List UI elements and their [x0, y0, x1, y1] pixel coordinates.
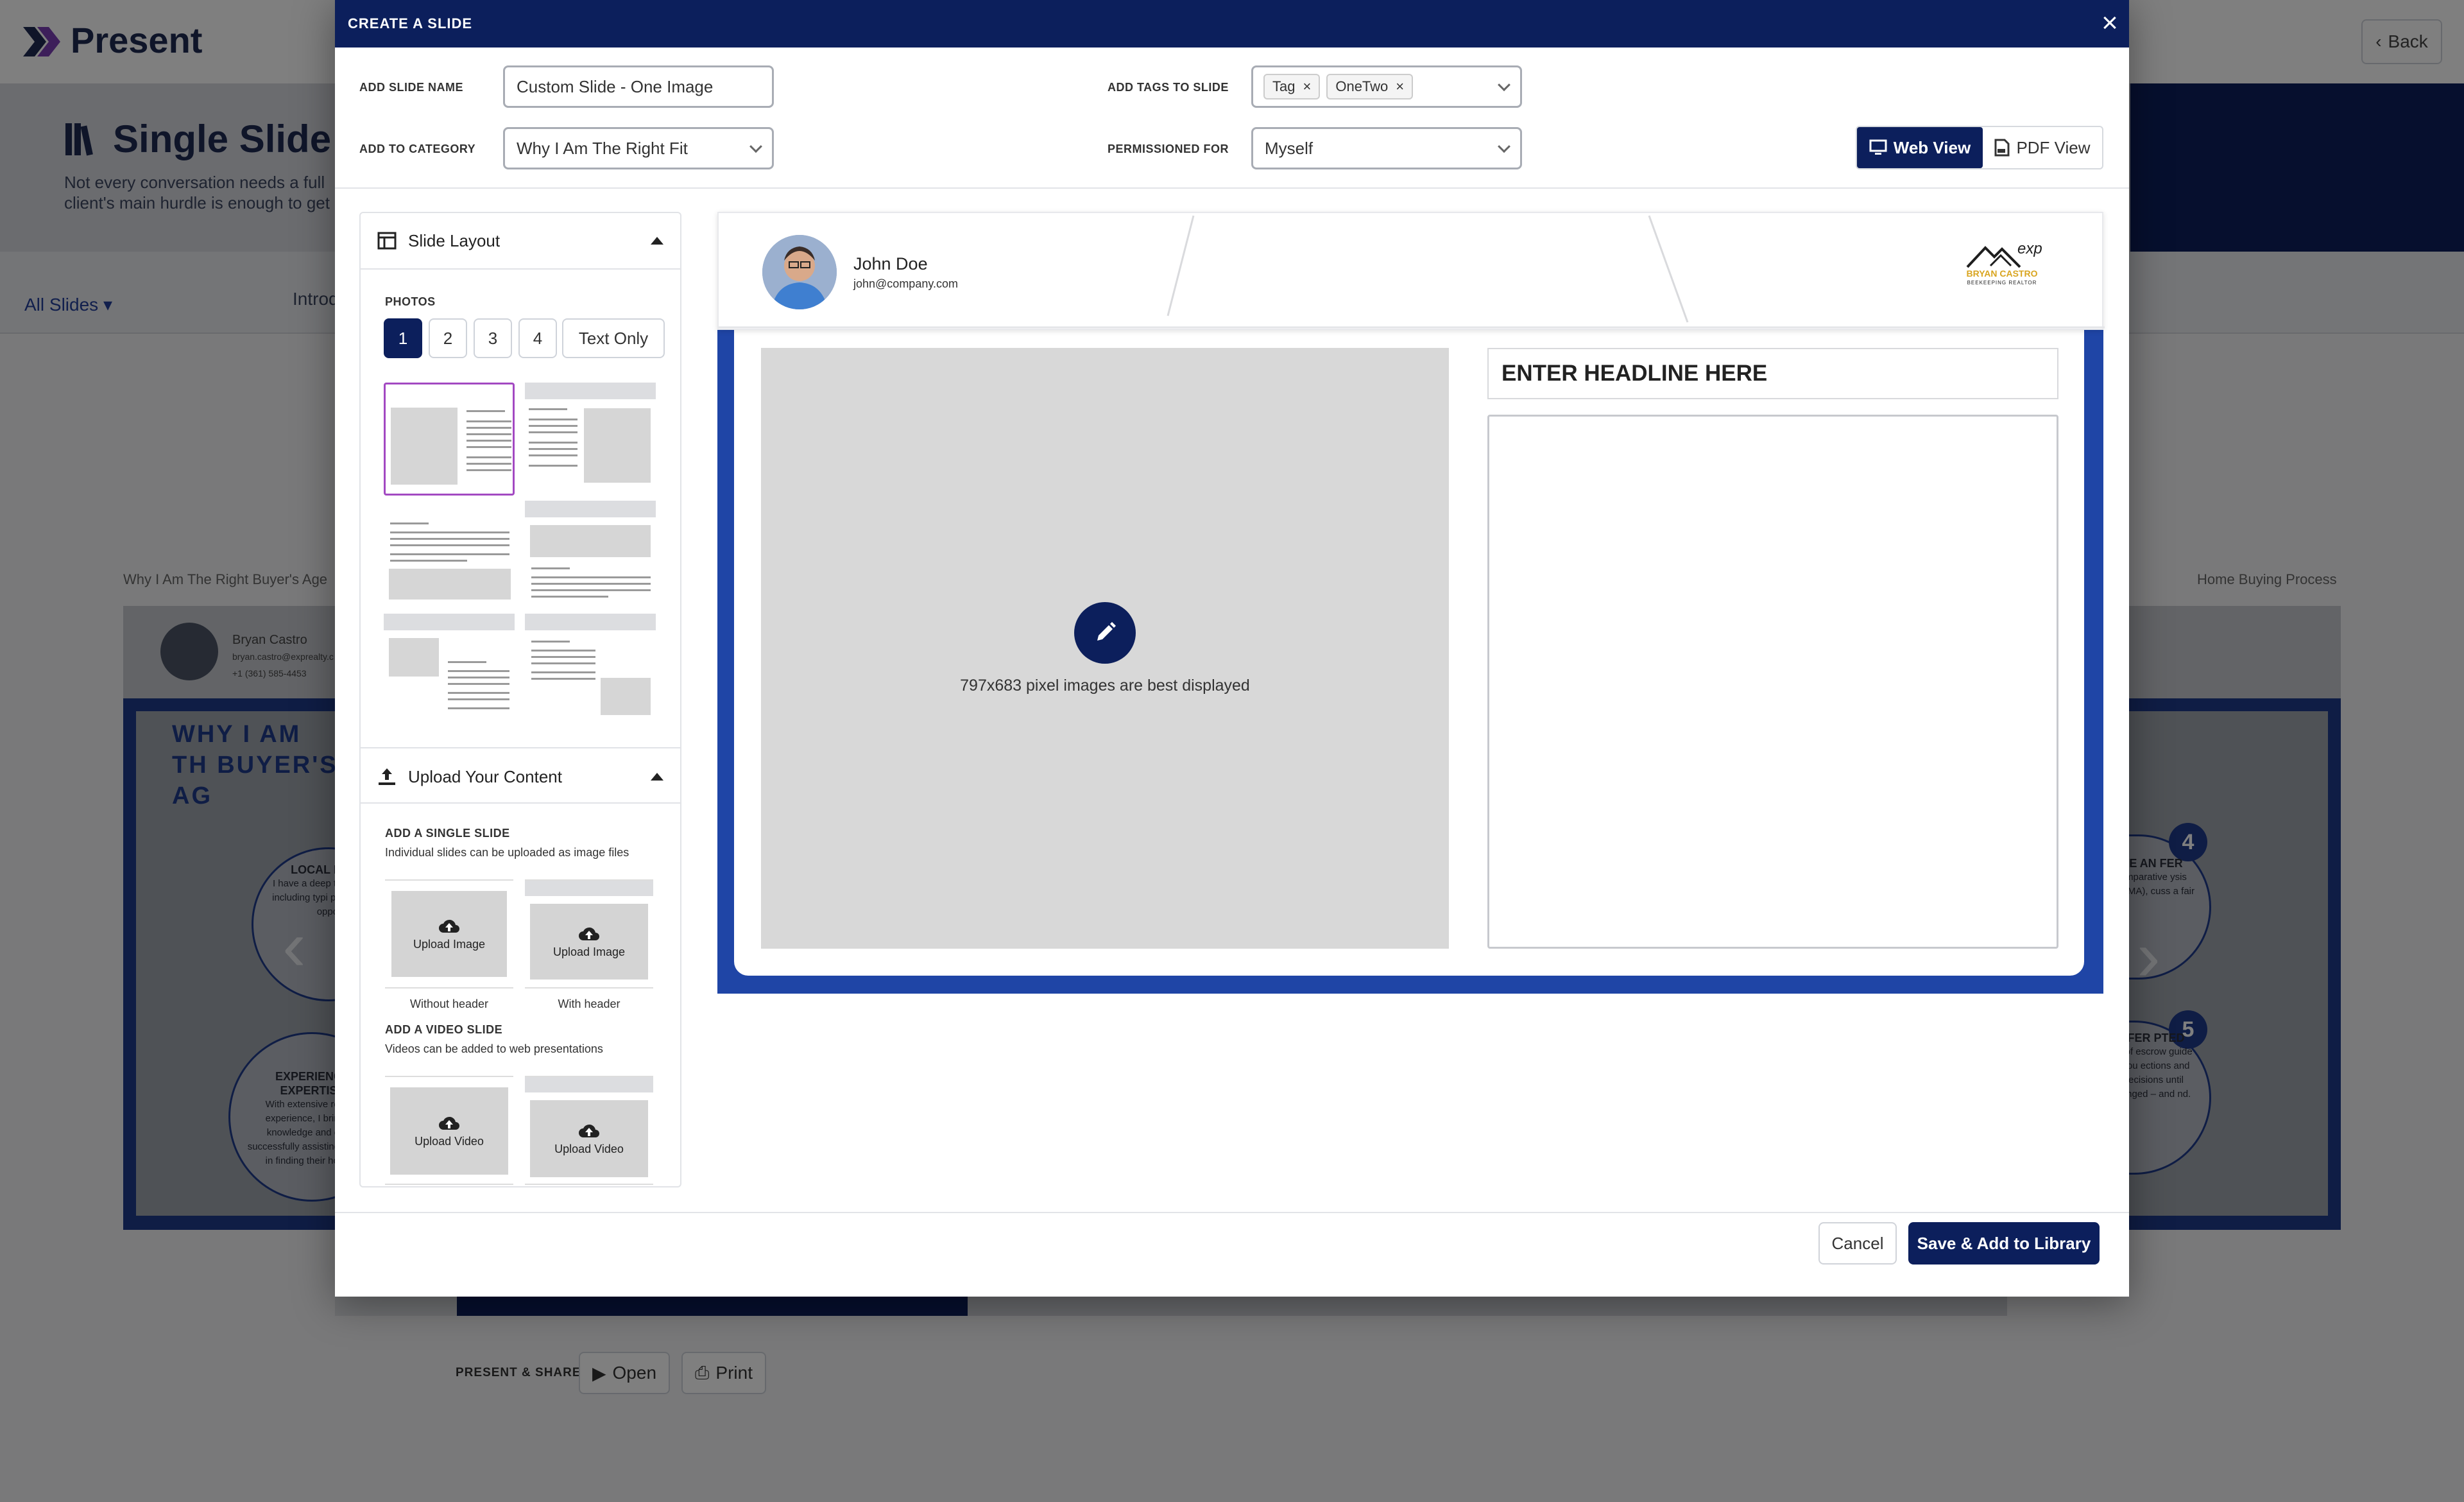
upload-image-drop-header[interactable]: Upload Image: [530, 904, 648, 980]
upload-image-drop[interactable]: Upload Image: [391, 891, 507, 977]
video-slide-label: ADD A VIDEO SLIDE: [385, 1023, 503, 1036]
cancel-button[interactable]: Cancel: [1818, 1222, 1897, 1265]
modal-header: [335, 0, 2129, 47]
cloud-upload-icon: [579, 927, 599, 940]
without-header-caption: Without header: [409, 997, 489, 1010]
slide-name-label: ADD SLIDE NAME: [359, 81, 464, 94]
save-add-library-button[interactable]: Save & Add to Library: [1908, 1222, 2100, 1265]
tags-select[interactable]: Tag × OneTwo ×: [1251, 65, 1522, 108]
remove-tag-icon[interactable]: ×: [1396, 78, 1404, 95]
single-slide-desc: Individual slides can be uploaded as ima…: [385, 846, 629, 859]
monitor-icon: [1869, 139, 1887, 155]
agent-name: John Doe: [853, 254, 928, 273]
edit-image-button[interactable]: [1074, 602, 1136, 664]
logo-name-text: BRYAN CASTRO: [1966, 268, 2038, 279]
layout-thumb-image-bottomright[interactable]: [525, 614, 656, 721]
upload-image-without-header[interactable]: Upload Image: [385, 879, 513, 988]
upload-video-label: Upload Video: [415, 1134, 484, 1148]
slide-layout-title: Slide Layout: [408, 230, 501, 250]
cloud-upload-icon: [439, 1116, 459, 1130]
body-text-editor[interactable]: [1487, 415, 2058, 949]
upload-content-header[interactable]: Upload Your Content: [361, 747, 680, 804]
image-size-hint: 797x683 pixel images are best displayed: [960, 677, 1250, 695]
layout-thumb-image-top[interactable]: [525, 501, 656, 614]
pdf-view-button[interactable]: PDF View: [1983, 127, 2102, 168]
agent-avatar: [762, 235, 837, 309]
upload-video-drop[interactable]: Upload Video: [390, 1087, 508, 1175]
chevron-down-icon: [749, 140, 762, 153]
collapse-up-icon: [651, 237, 663, 245]
headline-input[interactable]: ENTER HEADLINE HERE: [1487, 348, 2058, 399]
layout-icon: [377, 232, 397, 250]
tag-chip: OneTwo ×: [1326, 74, 1414, 99]
single-slide-label: ADD A SINGLE SLIDE: [385, 827, 510, 840]
slide-name-input[interactable]: Custom Slide - One Image: [503, 65, 774, 108]
brokerage-logo: exp BRYAN CASTRO BEEKEEPING REALTOR: [1957, 237, 2047, 289]
upload-video-with-header[interactable]: Upload Video: [525, 1076, 653, 1185]
photos-option-2[interactable]: 2: [429, 318, 467, 358]
layout-thumb-image-bottom[interactable]: [384, 501, 515, 614]
photos-option-3[interactable]: 3: [474, 318, 512, 358]
upload-video-without-header[interactable]: Upload Video: [385, 1076, 513, 1185]
category-select[interactable]: Why I Am The Right Fit: [503, 127, 774, 169]
upload-image-label: Upload Image: [413, 937, 486, 951]
close-icon[interactable]: ×: [2096, 9, 2124, 37]
upload-image-with-header[interactable]: Upload Image: [525, 879, 653, 988]
footer-divider: [335, 1212, 2129, 1213]
remove-tag-icon[interactable]: ×: [1303, 78, 1311, 95]
video-slide-desc: Videos can be added to web presentations: [385, 1042, 603, 1055]
with-header-caption: With header: [558, 997, 620, 1010]
upload-content-title: Upload Your Content: [408, 766, 562, 786]
view-toggle: Web View PDF View: [1856, 126, 2103, 169]
tag-label: OneTwo: [1335, 78, 1389, 94]
cloud-upload-icon: [579, 1124, 599, 1137]
layout-thumb-image-left[interactable]: [384, 383, 515, 496]
chevron-down-icon: [1498, 78, 1510, 92]
permission-select[interactable]: Myself: [1251, 127, 1522, 169]
logo-exp-text: exp: [2017, 240, 2042, 257]
web-view-button[interactable]: Web View: [1857, 127, 1983, 168]
permission-value: Myself: [1265, 138, 1313, 158]
tag-label: Tag: [1272, 78, 1296, 94]
category-value: Why I Am The Right Fit: [517, 138, 688, 158]
collapse-up-icon: [651, 773, 663, 781]
slide-name-value: Custom Slide - One Image: [517, 76, 714, 96]
chevron-down-icon: [1498, 140, 1510, 153]
photos-option-1[interactable]: 1: [384, 318, 422, 358]
modal-divider: [335, 187, 2129, 189]
slide-layout-header[interactable]: Slide Layout: [361, 213, 680, 270]
upload-image-label: Upload Image: [552, 945, 626, 958]
upload-video-label: Upload Video: [554, 1142, 624, 1155]
modal-title: CREATE A SLIDE: [348, 15, 473, 31]
layout-thumb-image-right[interactable]: [525, 383, 656, 496]
cloud-upload-icon: [439, 919, 459, 933]
upload-content-row: Upload Your Content: [361, 748, 680, 805]
layout-thumb-image-topleft[interactable]: [384, 614, 515, 721]
permission-label: PERMISSIONED FOR: [1108, 142, 1229, 155]
photos-label: PHOTOS: [385, 295, 436, 308]
pdf-view-label: PDF View: [2016, 137, 2091, 157]
upload-video-drop-header[interactable]: Upload Video: [530, 1100, 648, 1177]
tags-label: ADD TAGS TO SLIDE: [1108, 81, 1229, 94]
agent-photo-icon: [762, 235, 837, 309]
tag-chip: Tag ×: [1263, 74, 1321, 99]
agent-email: john@company.com: [853, 277, 959, 290]
pencil-icon: [1097, 622, 1116, 641]
category-label: ADD TO CATEGORY: [359, 142, 476, 155]
photos-option-text-only[interactable]: Text Only: [562, 318, 665, 358]
upload-icon: [379, 768, 395, 785]
web-view-label: Web View: [1893, 137, 1971, 157]
pdf-file-icon: [1994, 139, 2010, 157]
logo-sub-text: BEEKEEPING REALTOR: [1967, 280, 2037, 286]
photos-option-4[interactable]: 4: [518, 318, 557, 358]
